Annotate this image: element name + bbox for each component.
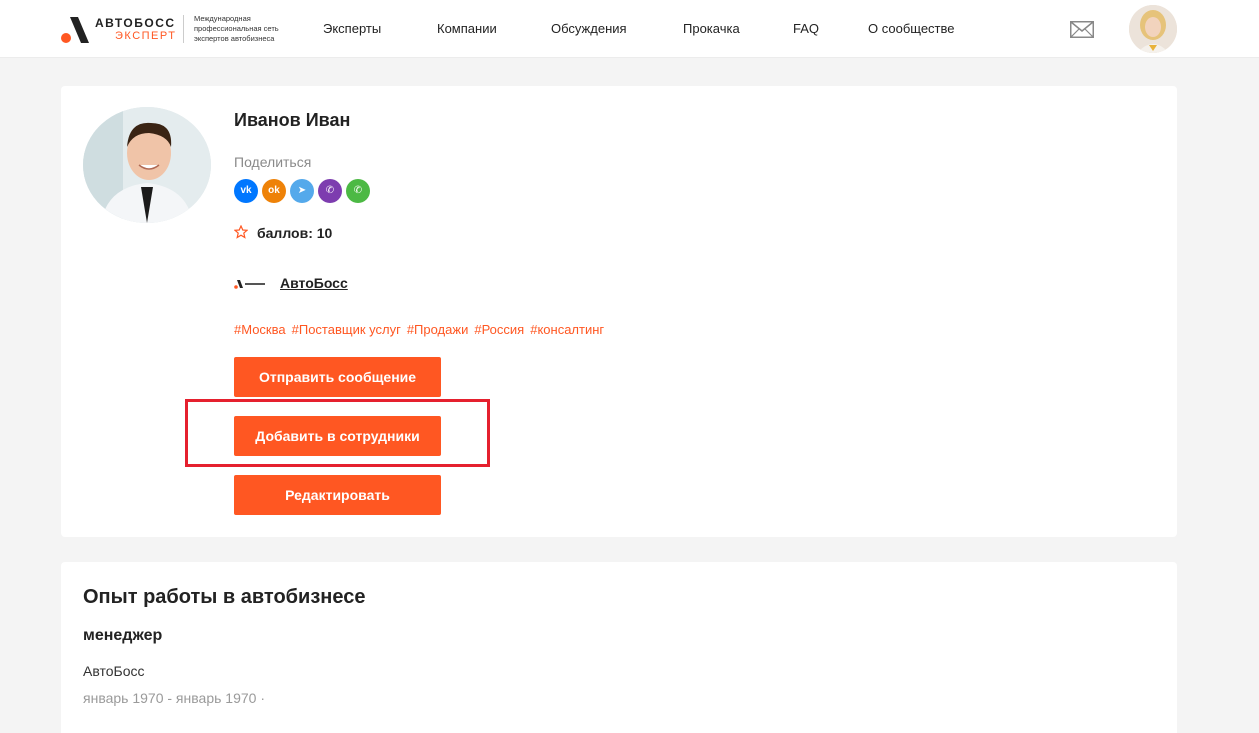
edit-button[interactable]: Редактировать	[234, 475, 441, 515]
tag-link[interactable]: #Москва	[234, 322, 286, 337]
star-icon	[234, 225, 248, 239]
user-avatar[interactable]	[1129, 5, 1177, 53]
nav-item-faq[interactable]: FAQ	[793, 21, 819, 36]
experience-role: менеджер	[83, 627, 163, 644]
profile-card: Иванов Иван Поделиться vk ok ➤ ✆ ✆ балло…	[61, 86, 1177, 537]
profile-photo-image	[83, 107, 211, 223]
logo-description: Международная профессиональная сеть эксп…	[194, 14, 279, 43]
company-link[interactable]: АвтоБосс	[280, 275, 348, 291]
user-avatar-image	[1129, 5, 1177, 53]
experience-title: Опыт работы в автобизнесе	[83, 586, 366, 608]
telegram-icon[interactable]: ➤	[290, 179, 314, 203]
logo-mark-icon	[61, 17, 89, 43]
experience-dates: январь 1970 - январь 1970 ·	[83, 690, 265, 706]
whatsapp-icon[interactable]: ✆	[346, 179, 370, 203]
viber-icon[interactable]: ✆	[318, 179, 342, 203]
profile-tags: #Москва #Поставщик услуг #Продажи #Россия #к…	[234, 322, 610, 337]
site-logo[interactable]: АВТОБОСС ЭКСПЕРТ Международная профессио…	[61, 14, 291, 45]
add-employee-button[interactable]: Добавить в сотрудники	[234, 416, 441, 456]
share-label: Поделиться	[234, 154, 312, 170]
logo-divider	[183, 15, 184, 43]
experience-card: Опыт работы в автобизнесе менеджер АвтоБ…	[61, 562, 1177, 733]
profile-name: Иванов Иван	[234, 110, 351, 130]
logo-subtitle: ЭКСПЕРТ	[115, 30, 177, 42]
odnoklassniki-icon[interactable]: ok	[262, 179, 286, 203]
tag-link[interactable]: #Россия	[474, 322, 524, 337]
profile-photo	[83, 107, 211, 223]
top-header: АВТОБОСС ЭКСПЕРТ Международная профессио…	[0, 0, 1259, 58]
vk-icon[interactable]: vk	[234, 179, 258, 203]
company-logo-icon	[234, 280, 265, 289]
nav-item-companies[interactable]: Компании	[437, 21, 497, 36]
experience-company: АвтоБосс	[83, 663, 145, 679]
tag-link[interactable]: #Продажи	[407, 322, 469, 337]
mail-icon[interactable]	[1070, 21, 1094, 38]
logo-title: АВТОБОСС	[95, 16, 176, 30]
nav-item-upgrade[interactable]: Прокачка	[683, 21, 740, 36]
tag-link[interactable]: #консалтинг	[530, 322, 604, 337]
nav-item-discussions[interactable]: Обсуждения	[551, 21, 627, 36]
nav-item-experts[interactable]: Эксперты	[323, 21, 381, 36]
nav-item-about[interactable]: О сообществе	[868, 21, 955, 36]
send-message-button[interactable]: Отправить сообщение	[234, 357, 441, 397]
points-label: баллов: 10	[257, 225, 333, 241]
tag-link[interactable]: #Поставщик услуг	[292, 322, 401, 337]
